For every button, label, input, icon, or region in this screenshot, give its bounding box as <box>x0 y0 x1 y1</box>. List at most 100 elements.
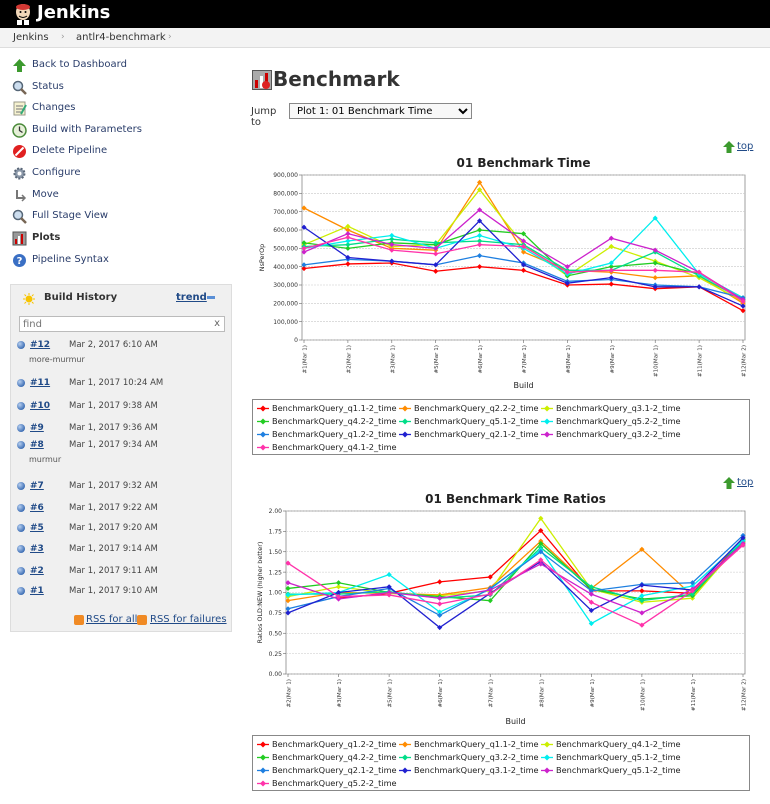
build-status-ball-icon <box>17 504 25 512</box>
no-entry-icon <box>13 145 26 158</box>
chevron-right-icon[interactable]: › <box>168 31 172 44</box>
build-number-link[interactable]: #2 <box>30 566 44 576</box>
build-number-link[interactable]: #5 <box>30 523 44 533</box>
build-number-link[interactable]: #10 <box>30 401 50 411</box>
build-number-link[interactable]: #9 <box>30 423 44 433</box>
build-status-ball-icon <box>17 379 25 387</box>
clear-filter-icon[interactable]: x <box>214 318 220 329</box>
build-number-link[interactable]: #6 <box>30 503 44 513</box>
sidebar-item-label: Configure <box>32 167 81 178</box>
y-tick-label: 900,000 <box>273 172 298 179</box>
legend-marker-icon <box>257 431 269 438</box>
legend-label: BenchmarkQuery_q3.2-2_time <box>556 429 681 439</box>
build-date: Mar 1, 2017 9:11 AM <box>69 566 158 576</box>
legend-marker-icon <box>399 418 411 425</box>
legend-label: BenchmarkQuery_q4.2-2_time <box>272 752 397 762</box>
legend-marker-icon <box>541 741 553 748</box>
y-tick-label: 600,000 <box>273 227 298 234</box>
build-filter-input[interactable] <box>20 317 200 331</box>
y-axis-label: NsPerOp <box>258 244 266 271</box>
legend-marker-icon <box>399 741 411 748</box>
breadcrumb: Jenkins › antlr4-benchmark › <box>0 28 770 48</box>
legend-label: BenchmarkQuery_q3.1-2_time <box>414 765 539 775</box>
y-tick-label: 0 <box>294 337 298 344</box>
build-filter: x <box>19 316 225 332</box>
page-header: Jenkins <box>0 0 770 28</box>
plot-area <box>301 174 746 341</box>
legend-marker-icon <box>541 431 553 438</box>
build-status-ball-icon <box>17 482 25 490</box>
brand-name[interactable]: Jenkins <box>37 2 110 24</box>
build-number-link[interactable]: #1 <box>30 586 44 596</box>
y-tick-label: 400,000 <box>273 264 298 271</box>
build-history-footer: RSS for all RSS for failures <box>11 607 231 631</box>
y-tick-label: 200,000 <box>273 301 298 308</box>
sidebar-item-label: Move <box>32 189 59 200</box>
build-number-link[interactable]: #11 <box>30 378 50 388</box>
sidebar-item-label: Plots <box>32 232 61 243</box>
legend-label: BenchmarkQuery_q1.2-2_time <box>272 429 397 439</box>
trend-link[interactable]: trend <box>176 292 207 303</box>
help-icon: ? <box>13 254 26 267</box>
legend-label: BenchmarkQuery_q5.2-2_time <box>556 416 681 426</box>
legend-marker-icon <box>541 418 553 425</box>
x-tick-label: #5(Mar 1) <box>434 345 440 374</box>
x-tick-label: #9(Mar 1) <box>610 345 616 374</box>
legend-marker-icon <box>257 767 269 774</box>
chart-title: 01 Benchmark Time <box>457 156 591 170</box>
y-tick-label: 0.75 <box>269 610 283 617</box>
jenkins-butler-icon[interactable] <box>13 3 33 25</box>
x-tick-label: #11(Mar 1) <box>698 345 704 377</box>
move-icon <box>16 190 27 202</box>
build-number-link[interactable]: #7 <box>30 481 44 491</box>
plot-select[interactable]: Plot 1: 01 Benchmark Time <box>289 103 472 119</box>
legend-marker-icon <box>399 754 411 761</box>
build-number-link[interactable]: #8 <box>30 440 44 450</box>
clock-icon <box>12 123 27 138</box>
legend-label: BenchmarkQuery_q2.1-2_time <box>272 765 397 775</box>
y-tick-label: 0.25 <box>269 651 283 658</box>
jump-to-label: Jump to <box>251 106 277 128</box>
build-date: Mar 1, 2017 9:38 AM <box>69 401 158 411</box>
magnifier-icon <box>12 80 27 95</box>
y-tick-label: 500,000 <box>273 246 298 253</box>
build-history-title: Build History <box>44 292 118 303</box>
x-tick-label: #3(Mar 1) <box>390 345 396 374</box>
up-arrow-icon <box>13 59 26 72</box>
x-tick-label: #8(Mar 1) <box>539 679 545 708</box>
y-tick-label: 0.50 <box>269 630 283 637</box>
x-tick-label: #11(Mar 1) <box>691 679 697 711</box>
build-history-header: Build History trend <box>11 285 231 311</box>
legend-label: BenchmarkQuery_q4.2-2_time <box>272 416 397 426</box>
benchmark-ratios-chart: 01 Benchmark Time Ratios 0.00 0.25 0.50 0.75… <box>256 492 748 726</box>
build-date: Mar 1, 2017 9:14 AM <box>69 544 158 554</box>
y-tick-label: 1.25 <box>269 569 283 576</box>
plot-icon <box>12 231 27 246</box>
y-axis-label: Ratios OLD:NEW (higher better) <box>256 542 264 644</box>
breadcrumb-job[interactable]: antlr4-benchmark <box>76 31 166 44</box>
build-status-ball-icon <box>17 587 25 595</box>
x-tick-label: #3(Mar 1) <box>337 679 343 708</box>
build-date: Mar 1, 2017 9:20 AM <box>69 523 158 533</box>
rss-failures-link[interactable]: RSS for failures <box>150 614 227 625</box>
legend-label: BenchmarkQuery_q2.1-2_time <box>414 429 539 439</box>
build-status-ball-icon <box>17 402 25 410</box>
build-status-ball-icon <box>17 567 25 575</box>
build-number-link[interactable]: #12 <box>30 340 50 350</box>
rss-all-link[interactable]: RSS for all <box>86 614 137 625</box>
legend-marker-icon <box>399 405 411 412</box>
x-tick-label: #12(Mar 2) <box>742 345 748 377</box>
build-number-link[interactable]: #3 <box>30 544 44 554</box>
legend-marker-icon <box>257 741 269 748</box>
x-tick-label: #9(Mar 1) <box>590 679 596 708</box>
legend-label: BenchmarkQuery_q5.2-2_time <box>272 778 397 788</box>
breadcrumb-jenkins[interactable]: Jenkins <box>13 31 49 44</box>
trend-toggle-icon[interactable] <box>207 296 215 299</box>
chevron-right-icon[interactable]: › <box>61 31 65 44</box>
svg-text:?: ? <box>17 256 23 267</box>
legend-label: BenchmarkQuery_q5.1-2_time <box>556 765 681 775</box>
legend-label: BenchmarkQuery_q3.2-2_time <box>414 752 539 762</box>
x-tick-label: #10(Mar 1) <box>640 679 646 711</box>
build-date: Mar 1, 2017 10:24 AM <box>69 378 164 388</box>
magnifier-icon <box>12 209 27 224</box>
